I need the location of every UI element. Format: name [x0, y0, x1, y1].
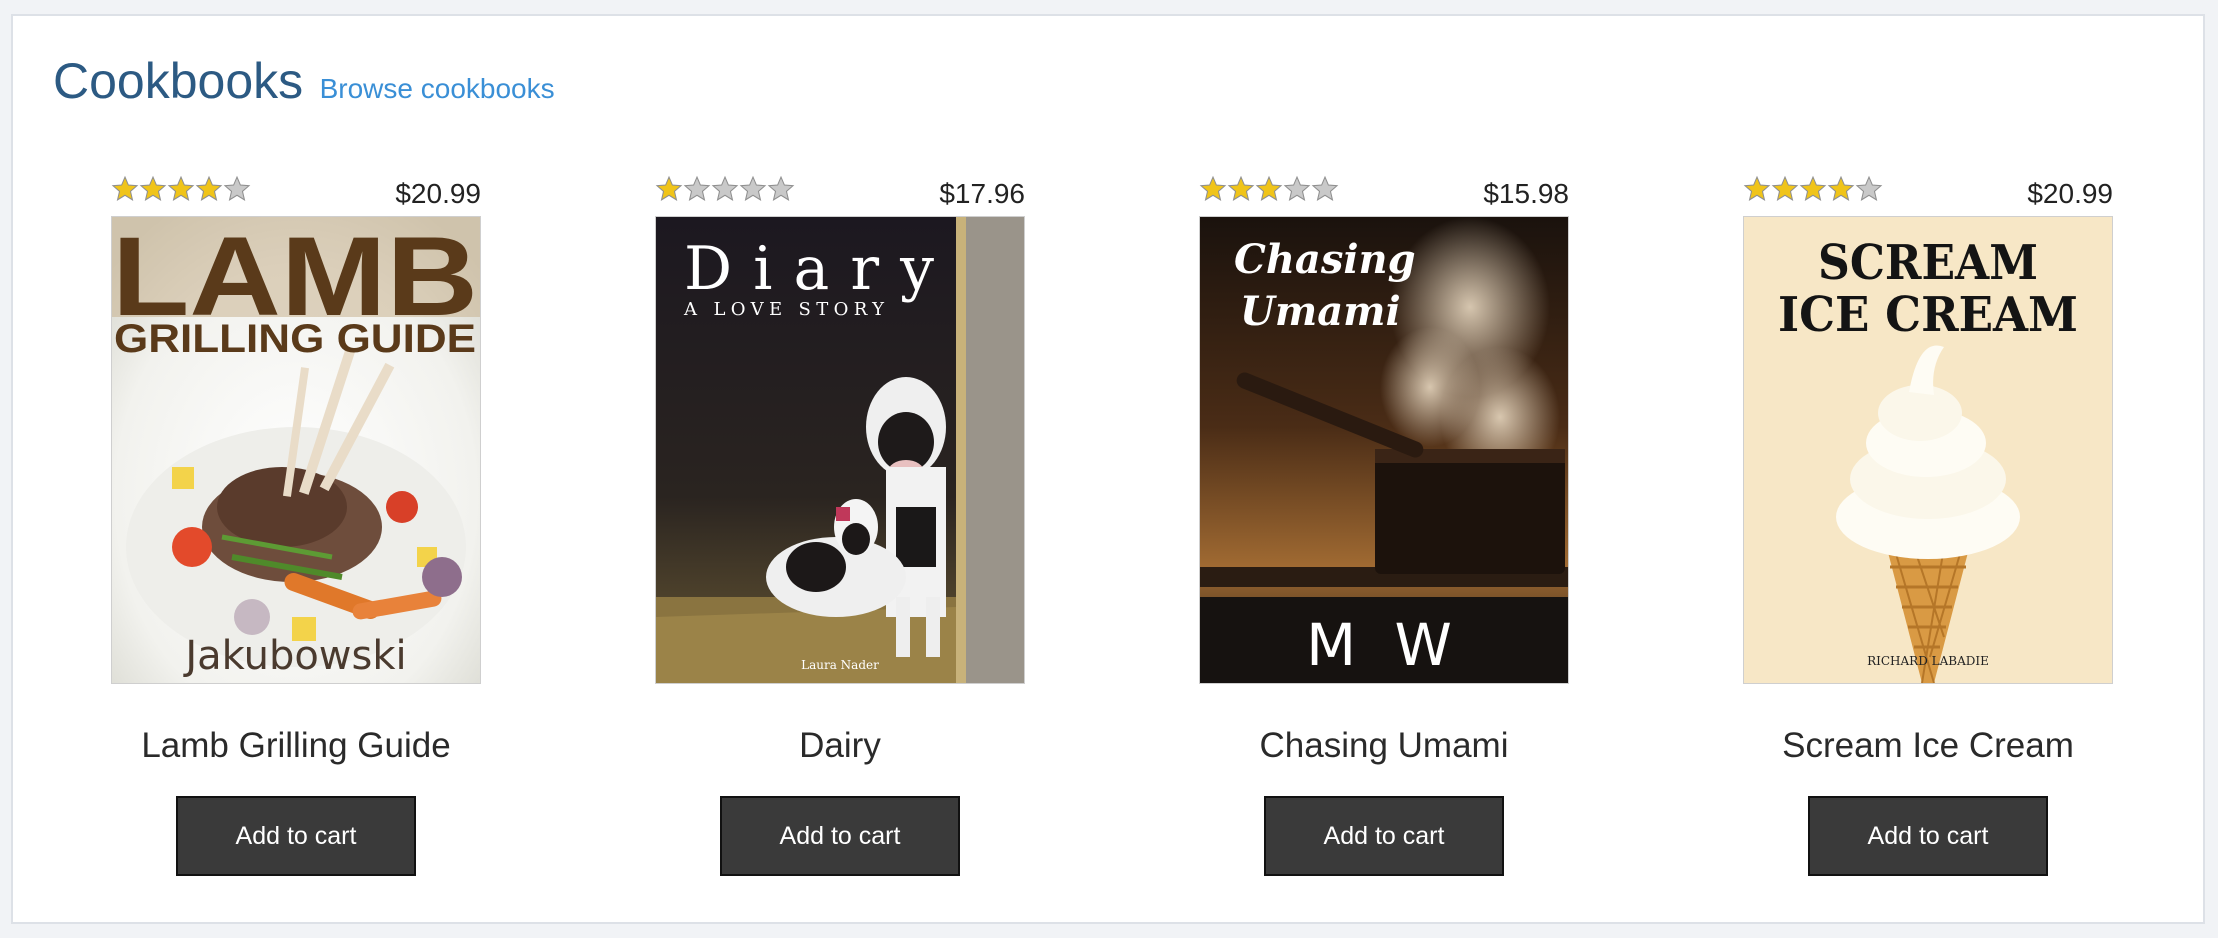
add-to-cart-button[interactable]: Add to cart — [176, 796, 416, 876]
star-filled-icon — [1199, 175, 1227, 201]
product-card: $17.96 Diary A LOVE STORY Laura Nader Da… — [655, 160, 1025, 880]
star-empty-icon — [1855, 175, 1883, 201]
star-filled-icon — [139, 175, 167, 201]
book-cover-image[interactable]: Diary A LOVE STORY Laura Nader — [655, 216, 1025, 684]
product-title: Chasing Umami — [1259, 726, 1509, 765]
cover-author: M W — [1306, 611, 1462, 679]
star-empty-icon — [711, 175, 739, 201]
cover-title: Chasing — [1234, 236, 1416, 283]
product-price: $15.98 — [1483, 178, 1569, 209]
star-rating — [655, 174, 795, 206]
star-filled-icon — [1799, 175, 1827, 201]
product-price: $20.99 — [395, 178, 481, 209]
star-filled-icon — [195, 175, 223, 201]
cover-author: Jakubowski — [182, 633, 406, 679]
star-empty-icon — [1283, 175, 1311, 201]
star-filled-icon — [1255, 175, 1283, 201]
add-to-cart-button[interactable]: Add to cart — [720, 796, 960, 876]
star-empty-icon — [739, 175, 767, 201]
star-rating — [1199, 174, 1339, 206]
star-filled-icon — [1827, 175, 1855, 201]
cover-subtitle: ICE CREAM — [1778, 287, 2078, 343]
product-card: $20.99 LAMB GRILLING GUIDE Jakubowski La… — [111, 160, 481, 880]
star-filled-icon — [167, 175, 195, 201]
add-to-cart-button[interactable]: Add to cart — [1264, 796, 1504, 876]
star-filled-icon — [111, 175, 139, 201]
product-meta: $17.96 — [655, 174, 1025, 214]
book-cover-image[interactable]: SCREAM ICE CREAM RICHARD LABADIE — [1743, 216, 2113, 684]
cover-subtitle: GRILLING GUIDE — [114, 317, 476, 361]
product-meta: $20.99 — [1743, 174, 2113, 214]
star-empty-icon — [683, 175, 711, 201]
product-card: $15.98 Chasing Umami M W Chasing Umami A… — [1199, 160, 1569, 880]
add-to-cart-button[interactable]: Add to cart — [1808, 796, 2048, 876]
star-empty-icon — [767, 175, 795, 201]
cover-author: RICHARD LABADIE — [1867, 654, 1989, 668]
product-meta: $15.98 — [1199, 174, 1569, 214]
product-title: Scream Ice Cream — [1782, 726, 2074, 765]
star-filled-icon — [1743, 175, 1771, 201]
book-cover-image[interactable]: Chasing Umami M W — [1199, 216, 1569, 684]
product-price: $17.96 — [939, 178, 1025, 209]
book-cover-image[interactable]: LAMB GRILLING GUIDE Jakubowski — [111, 216, 481, 684]
star-rating — [1743, 174, 1883, 206]
star-filled-icon — [655, 175, 683, 201]
product-title: Dairy — [799, 726, 881, 765]
product-card: $20.99 SCREAM ICE CREAM RICHARD LABADIE — [1743, 160, 2113, 880]
product-list: $20.99 LAMB GRILLING GUIDE Jakubowski La… — [13, 16, 2203, 922]
product-title: Lamb Grilling Guide — [141, 726, 451, 765]
product-meta: $20.99 — [111, 174, 481, 214]
cookbooks-panel: Cookbooks Browse cookbooks $20.99 LAMB G… — [11, 14, 2205, 924]
star-rating — [111, 174, 251, 206]
star-empty-icon — [223, 175, 251, 201]
cover-author: Laura Nader — [801, 658, 879, 672]
star-empty-icon — [1311, 175, 1339, 201]
product-price: $20.99 — [2027, 178, 2113, 209]
cover-subtitle: Umami — [1240, 288, 1401, 335]
star-filled-icon — [1227, 175, 1255, 201]
star-filled-icon — [1771, 175, 1799, 201]
cover-title: SCREAM — [1818, 235, 2038, 291]
